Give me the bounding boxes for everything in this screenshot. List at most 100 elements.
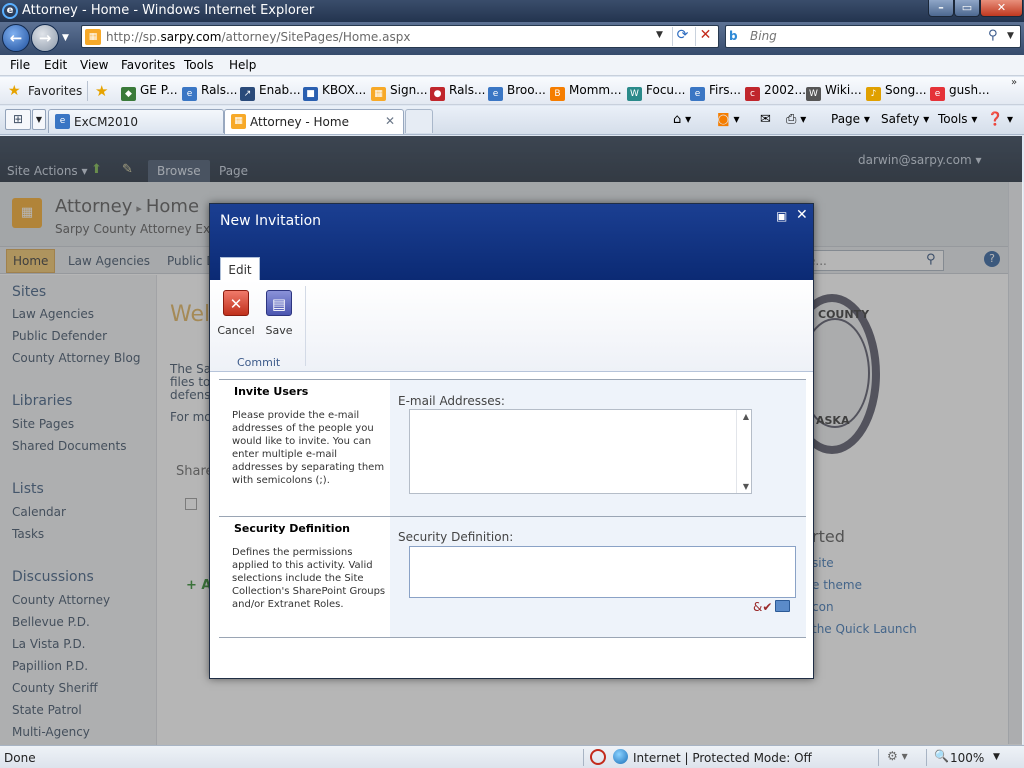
more-favorites-chevron-icon[interactable]: » <box>1011 77 1017 88</box>
invite-users-title: Invite Users <box>234 385 309 398</box>
scroll-up-icon[interactable]: ▲ <box>743 412 749 421</box>
ribbon-group-commit: Commit <box>237 356 281 369</box>
close-icon[interactable]: ✕ <box>796 207 808 223</box>
zoom-dropdown-icon[interactable]: ▼ <box>993 752 1000 762</box>
minimize-button[interactable]: – <box>928 0 954 17</box>
ie-page-icon: e <box>690 87 705 101</box>
favorite-link[interactable]: W Focu... <box>627 83 685 101</box>
add-to-favorites-icon[interactable]: ★ <box>95 82 108 100</box>
url-text[interactable]: http://sp.sarpy.com/attorney/SitePages/H… <box>106 30 410 44</box>
ebay-icon: e <box>930 87 945 101</box>
tools-menu[interactable]: Tools ▾ <box>938 112 977 126</box>
favorite-link[interactable]: ▦ Sign... <box>371 83 428 101</box>
menu-help[interactable]: Help <box>229 58 256 72</box>
tab-attorney-home[interactable]: ▦ Attorney - Home ✕ <box>224 109 404 134</box>
favorite-link[interactable]: ● Rals... <box>430 83 485 101</box>
invite-users-section: Invite Users Please provide the e-mail a… <box>219 380 390 516</box>
address-dropdown-icon[interactable]: ▼ <box>656 30 663 40</box>
favorite-link[interactable]: ■ KBOX... <box>303 83 366 101</box>
security-definition-title: Security Definition <box>234 522 350 535</box>
favorite-link[interactable]: ♪ Song... <box>866 83 927 101</box>
sharepoint-favicon-icon: ▦ <box>85 29 101 45</box>
ribbon-tab-edit[interactable]: Edit <box>220 257 260 281</box>
favorite-link[interactable]: e gush... <box>930 83 990 101</box>
menu-tools[interactable]: Tools <box>184 58 214 72</box>
address-bar[interactable]: ▦ http://sp.sarpy.com/attorney/SitePages… <box>81 25 719 48</box>
email-addresses-label: E-mail Addresses: <box>398 394 505 408</box>
read-mail-button[interactable]: ✉ <box>760 112 771 127</box>
browse-icon[interactable] <box>775 600 790 612</box>
home-button[interactable]: ⌂ ▾ <box>673 112 691 127</box>
zoom-level[interactable]: 100% <box>950 751 984 765</box>
search-box[interactable]: b ⚲ ▼ <box>725 25 1021 48</box>
tab-close-icon[interactable]: ✕ <box>385 114 395 128</box>
stop-icon[interactable]: ✕ <box>695 27 715 46</box>
cancel-button[interactable]: ✕ Cancel <box>216 290 256 337</box>
blogger-icon: B <box>550 87 565 101</box>
ccp-icon: c <box>745 87 760 101</box>
favorites-divider <box>87 81 88 101</box>
menu-edit[interactable]: Edit <box>44 58 67 72</box>
save-icon: ▤ <box>266 290 292 316</box>
security-definition-input[interactable] <box>409 546 796 598</box>
refresh-icon[interactable]: ⟳ <box>672 27 692 46</box>
favorite-link[interactable]: e Rals... <box>182 83 237 101</box>
favorite-link[interactable]: B Momm... <box>550 83 622 101</box>
save-button[interactable]: ▤ Save <box>259 290 299 337</box>
quick-tabs-button[interactable]: ⊞ <box>5 109 31 130</box>
menu-favorites[interactable]: Favorites <box>121 58 175 72</box>
check-names-icon[interactable]: &✔ <box>753 600 772 614</box>
blocked-content-icon[interactable] <box>590 749 606 765</box>
search-icon[interactable]: ⚲ <box>988 28 998 43</box>
recent-pages-dropdown[interactable]: ▼ <box>62 33 69 43</box>
new-tab-button[interactable] <box>405 109 433 133</box>
textarea-scrollbar[interactable] <box>736 410 751 493</box>
window-title-bar: e Attorney - Home - Windows Internet Exp… <box>0 0 1024 22</box>
safety-menu[interactable]: Safety ▾ <box>881 112 929 126</box>
help-icon: ❓ <box>987 112 1004 127</box>
maximize-button[interactable]: ▭ <box>954 0 980 17</box>
sharepoint-icon: ▦ <box>231 114 246 129</box>
status-divider <box>878 749 879 766</box>
feeds-button[interactable]: ◙ ▾ <box>717 112 739 127</box>
cube-icon: ■ <box>303 87 318 101</box>
security-definition-description: Defines the permissions applied to this … <box>232 547 386 610</box>
printer-icon: ⎙ <box>786 112 797 127</box>
back-button[interactable]: ← <box>2 24 30 52</box>
maximize-icon[interactable]: ▣ <box>776 209 787 223</box>
protected-mode-icon[interactable]: ⚙ ▾ <box>887 749 908 763</box>
favorites-star-icon[interactable]: ★ <box>8 83 21 99</box>
favorite-link[interactable]: e Broo... <box>488 83 546 101</box>
search-input[interactable] <box>750 29 980 43</box>
email-addresses-textarea[interactable]: ▲ ▼ <box>409 409 752 494</box>
dialog-header: New Invitation ▣ ✕ Edit <box>210 204 813 281</box>
home-icon: ⌂ <box>673 112 682 127</box>
menu-bar: File Edit View Favorites Tools Help <box>0 55 1024 76</box>
favorite-link[interactable]: c 2002... <box>745 83 806 101</box>
zoom-icon[interactable]: 🔍 <box>934 749 949 763</box>
telescope-icon: ↗ <box>240 87 255 101</box>
tab-list-dropdown[interactable]: ▼ <box>32 109 46 130</box>
window-title: Attorney - Home - Windows Internet Explo… <box>22 3 315 18</box>
ribbon-divider <box>305 286 306 366</box>
close-window-button[interactable]: ✕ <box>980 0 1023 17</box>
help-button[interactable]: ❓ ▾ <box>987 112 1013 127</box>
favorite-link[interactable]: ◆ GE P... <box>121 83 178 101</box>
page-menu[interactable]: Page ▾ <box>831 112 870 126</box>
invite-users-description: Please provide the e-mail addresses of t… <box>232 410 385 486</box>
scroll-down-icon[interactable]: ▼ <box>743 482 749 491</box>
forward-button[interactable]: → <box>31 24 59 52</box>
rss-icon: ◙ <box>717 112 730 127</box>
tab-excm2010[interactable]: e ExCM2010 <box>48 109 224 133</box>
favorites-button[interactable]: Favorites <box>28 84 82 98</box>
security-zone-text[interactable]: Internet | Protected Mode: Off <box>633 751 812 765</box>
print-button[interactable]: ⎙ ▾ <box>786 112 806 127</box>
search-options-dropdown-icon[interactable]: ▼ <box>1007 31 1014 41</box>
menu-view[interactable]: View <box>80 58 108 72</box>
menu-file[interactable]: File <box>10 58 30 72</box>
favorite-link[interactable]: ↗ Enab... <box>240 83 301 101</box>
wikipedia-icon: W <box>806 87 821 101</box>
favorite-link[interactable]: W Wiki... <box>806 83 862 101</box>
focus-icon: W <box>627 87 642 101</box>
favorite-link[interactable]: e Firs... <box>690 83 741 101</box>
